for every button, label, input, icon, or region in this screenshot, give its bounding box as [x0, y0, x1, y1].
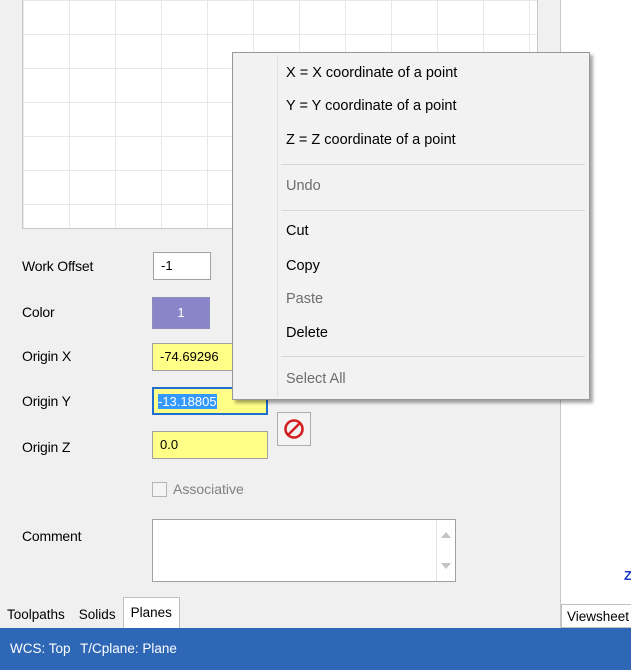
origin-y-selected-text: -13.18805 — [158, 394, 217, 409]
menu-item-y-coordinate[interactable]: Y = Y coordinate of a point — [286, 98, 457, 114]
manager-tabs: Toolpaths Solids Planes — [0, 597, 180, 628]
menu-item-delete[interactable]: Delete — [286, 325, 328, 341]
menu-item-x-coordinate[interactable]: X = X coordinate of a point — [286, 65, 457, 81]
comment-scrollbar[interactable] — [436, 520, 455, 581]
scroll-down-arrow-icon[interactable] — [441, 563, 451, 569]
menu-item-paste: Paste — [286, 291, 324, 307]
comment-textarea[interactable] — [152, 519, 456, 582]
axis-marker: Z — [624, 568, 631, 583]
origin-z-field[interactable]: 0.0 — [152, 431, 268, 459]
color-label: Color — [22, 304, 55, 320]
comment-label: Comment — [22, 528, 82, 544]
menu-gutter — [277, 55, 278, 397]
status-wcs[interactable]: WCS: Top — [10, 641, 71, 656]
menu-item-cut[interactable]: Cut — [286, 223, 309, 239]
color-swatch-button[interactable]: 1 — [152, 297, 210, 329]
menu-item-undo: Undo — [286, 178, 321, 194]
menu-item-select-all: Select All — [286, 371, 346, 387]
tab-toolpaths[interactable]: Toolpaths — [0, 602, 72, 628]
status-bar: WCS: Top T/Cplane: Plane — [0, 628, 631, 670]
origin-z-label: Origin Z — [22, 439, 71, 455]
menu-item-z-coordinate[interactable]: Z = Z coordinate of a point — [286, 132, 456, 148]
scroll-up-arrow-icon[interactable] — [441, 532, 451, 538]
origin-x-label: Origin X — [22, 348, 71, 364]
tab-planes[interactable]: Planes — [122, 597, 180, 628]
menu-separator — [281, 164, 585, 165]
associative-label: Associative — [173, 481, 244, 497]
work-offset-label: Work Offset — [22, 258, 94, 274]
tab-solids[interactable]: Solids — [72, 602, 123, 628]
menu-separator — [281, 356, 585, 357]
menu-item-copy[interactable]: Copy — [286, 258, 320, 274]
menu-separator — [281, 210, 585, 211]
status-tplane[interactable]: T/Cplane: Plane — [80, 641, 177, 656]
associative-checkbox[interactable]: Associative — [152, 481, 244, 497]
origin-y-label: Origin Y — [22, 393, 71, 409]
prohibited-icon — [284, 419, 304, 439]
context-menu: X = X coordinate of a point Y = Y coordi… — [232, 52, 590, 400]
associative-checkbox-box[interactable] — [152, 481, 167, 497]
tab-viewsheet[interactable]: Viewsheet — [561, 604, 631, 628]
work-offset-field[interactable]: -1 — [153, 252, 211, 280]
clear-origin-button[interactable] — [277, 412, 311, 446]
